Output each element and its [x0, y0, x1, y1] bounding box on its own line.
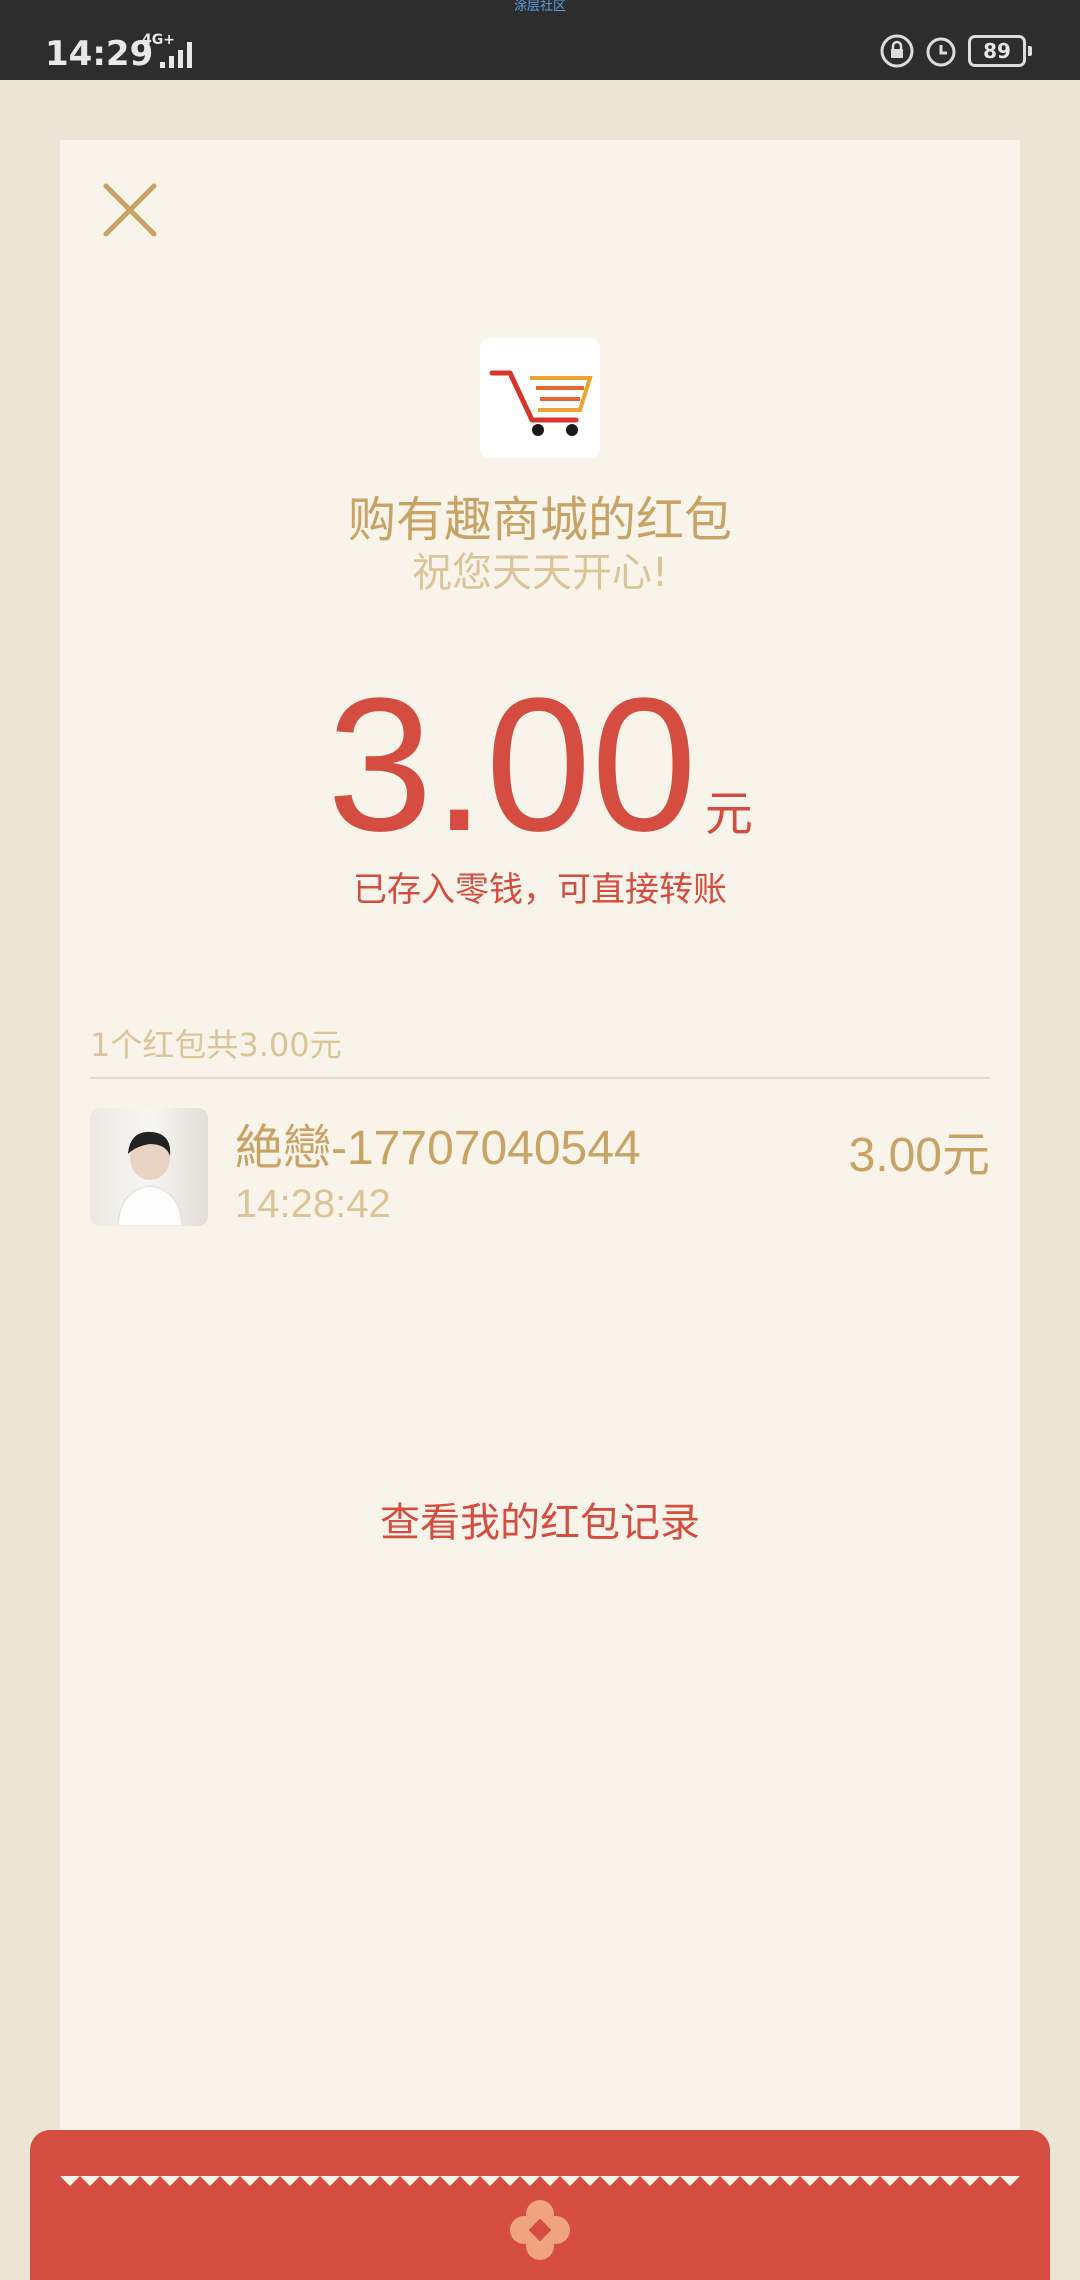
battery-tip — [1028, 46, 1032, 56]
status-right-icons: 89 — [880, 34, 1032, 68]
divider — [90, 1077, 990, 1079]
status-bar: 涂层社区 14:29 4G+ 89 — [0, 0, 1080, 80]
status-time: 14:29 — [45, 34, 154, 74]
lock-icon — [880, 34, 914, 68]
zigzag-edge — [60, 2176, 1020, 2186]
amount-value: 3.00 — [327, 659, 697, 871]
receiver-amount: 3.00元 — [848, 1129, 990, 1182]
alarm-icon — [926, 37, 956, 67]
status-top-label: 涂层社区 — [513, 0, 566, 14]
packet-summary: 1个红包共3.00元 — [90, 1026, 342, 1064]
close-icon[interactable] — [100, 180, 160, 240]
saved-note[interactable]: 已存入零钱，可直接转账 — [60, 862, 1020, 911]
flower-badge-icon — [510, 2200, 570, 2260]
signal-icon — [160, 42, 192, 68]
view-records-link[interactable]: 查看我的红包记录 — [60, 1490, 1020, 1548]
blessing-text: 祝您天天开心! — [411, 550, 669, 596]
shopping-cart-logo — [489, 370, 593, 436]
battery-indicator: 89 — [968, 35, 1026, 67]
amount-unit: 元 — [704, 786, 753, 842]
avatar[interactable] — [90, 1108, 208, 1226]
receiver-time: 14:28:42 — [235, 1182, 391, 1226]
receiver-name: 絶戀-17707040544 — [235, 1122, 641, 1175]
amount-display: 3.00 元 — [60, 670, 1020, 860]
shop-logo — [480, 338, 600, 458]
avatar-image — [117, 1131, 183, 1226]
red-packet-detail-card: 购有趣商城的红包 祝您天天开心! 3.00 元 已存入零钱，可直接转账 1个红包… — [60, 140, 1020, 2180]
